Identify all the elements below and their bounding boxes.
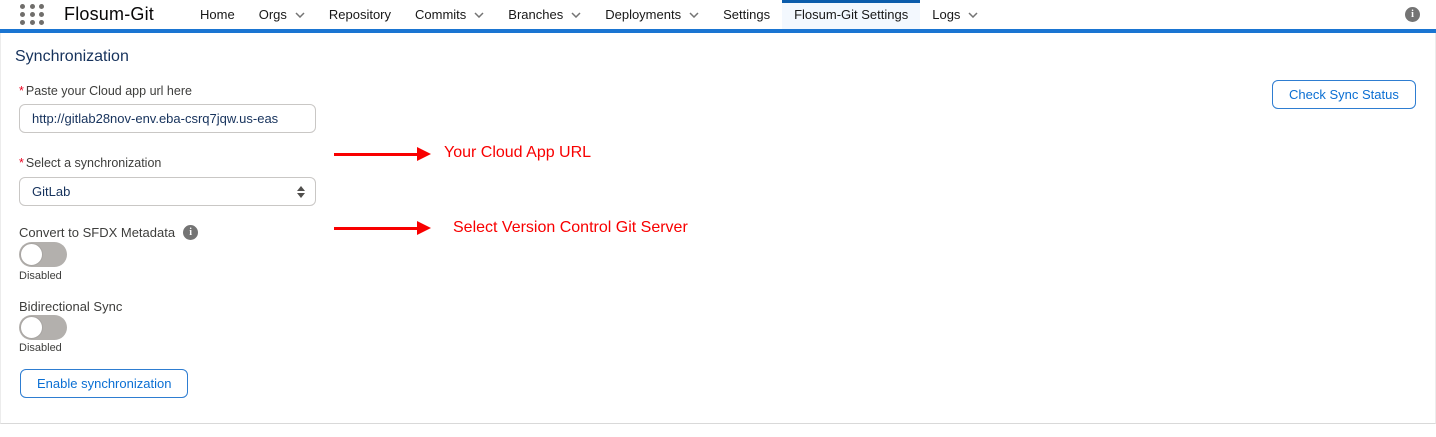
select-synchronization-label: * Select a synchronization [19, 156, 162, 170]
app-launcher-icon[interactable] [20, 3, 46, 26]
toggle-knob [20, 243, 43, 266]
chevron-down-icon [968, 11, 978, 18]
synchronization-select[interactable]: GitLab [19, 177, 316, 206]
nav-item-repository[interactable]: Repository [317, 0, 403, 29]
nav-tabs: Home Orgs Repository Commits Branches De… [188, 0, 990, 29]
red-arrow-icon [334, 221, 431, 235]
enable-synchronization-button[interactable]: Enable synchronization [20, 369, 189, 398]
annotation-select-git-server: Select Version Control Git Server [453, 219, 688, 236]
synchronization-select-value: GitLab [32, 184, 71, 199]
bidirectional-sync-label: Bidirectional Sync [19, 299, 123, 314]
nav-item-branches[interactable]: Branches [496, 0, 593, 29]
required-asterisk: * [19, 84, 24, 98]
nav-item-home[interactable]: Home [188, 0, 247, 29]
page-title: Synchronization [15, 48, 129, 65]
chevron-down-icon [474, 11, 484, 18]
info-icon[interactable]: i [1405, 7, 1420, 22]
convert-sfdx-toggle[interactable] [19, 242, 67, 267]
app-title: Flosum-Git [64, 4, 155, 24]
required-asterisk: * [19, 156, 24, 170]
synchronization-panel: Synchronization Check Sync Status * Paste… [0, 33, 1436, 424]
red-arrow-icon [334, 147, 431, 161]
chevron-down-icon [571, 11, 581, 18]
info-icon[interactable]: i [183, 225, 199, 240]
stepper-arrows-icon [297, 185, 305, 198]
nav-item-orgs[interactable]: Orgs [247, 0, 317, 29]
nav-item-logs[interactable]: Logs [920, 0, 990, 29]
cloud-app-url-label: * Paste your Cloud app url here [19, 84, 192, 98]
nav-item-commits[interactable]: Commits [403, 0, 496, 29]
convert-sfdx-state: Disabled [19, 270, 62, 282]
bidirectional-sync-toggle[interactable] [19, 315, 67, 340]
bidirectional-sync-state: Disabled [19, 342, 62, 354]
nav-item-settings[interactable]: Settings [711, 0, 782, 29]
chevron-down-icon [689, 11, 699, 18]
cloud-app-url-input[interactable] [19, 104, 316, 133]
chevron-down-icon [295, 11, 305, 18]
check-sync-status-button[interactable]: Check Sync Status [1272, 80, 1416, 109]
convert-sfdx-label: Convert to SFDX Metadata i [19, 225, 199, 240]
nav-item-flosum-git-settings[interactable]: Flosum-Git Settings [782, 0, 921, 29]
top-navigation-bar: Flosum-Git Home Orgs Repository Commits … [0, 0, 1436, 33]
annotation-cloud-app-url: Your Cloud App URL [444, 144, 592, 161]
nav-item-deployments[interactable]: Deployments [593, 0, 711, 29]
toggle-knob [20, 316, 43, 339]
